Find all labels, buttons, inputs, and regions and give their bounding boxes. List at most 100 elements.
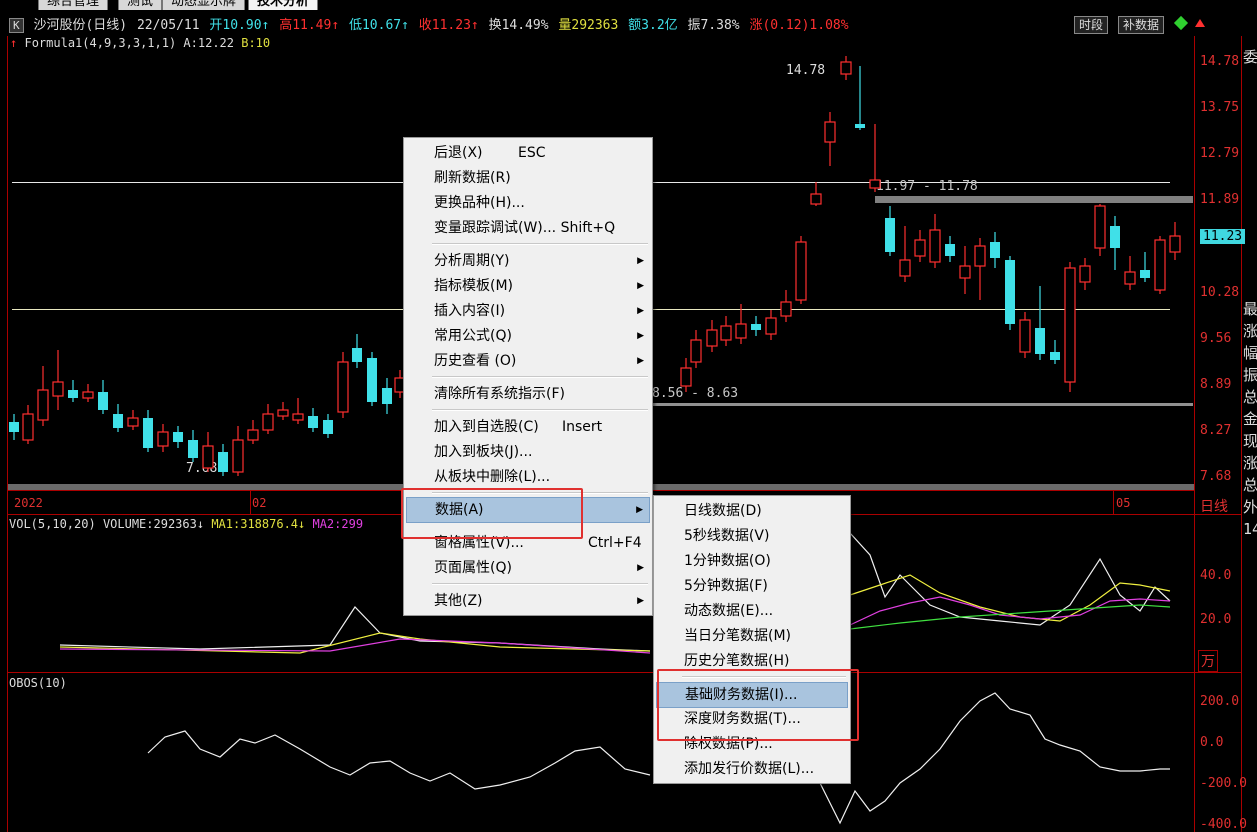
menu-item-page-props[interactable]: 页面属性(Q) ▶: [406, 556, 650, 580]
panel-divider: [1241, 36, 1242, 832]
right-info-panel: 委 最 涨 幅 振 总 金 现 涨 总 外 14: [1243, 46, 1257, 540]
candle-body: [1124, 271, 1136, 285]
price-tick: 14.78: [1200, 54, 1240, 69]
candle-body: [959, 265, 971, 279]
volume-tick: 20.0: [1200, 612, 1232, 627]
menu-item-clear-indicators[interactable]: 清除所有系统指示(F): [406, 382, 650, 406]
menu-item-add-watchlist[interactable]: 加入到自选股(C) Insert: [406, 415, 650, 439]
candle-body: [751, 324, 761, 330]
volume-tick: 40.0: [1200, 568, 1232, 583]
panel-char: 总: [1243, 476, 1257, 494]
menu-separator: [432, 409, 648, 411]
candle-body: [127, 417, 139, 427]
date-tick: 02: [252, 496, 267, 510]
candle-body: [974, 245, 986, 267]
panel-char: 振: [1243, 366, 1257, 384]
menu-item-remove-block[interactable]: 从板块中删除(L)...: [406, 465, 650, 489]
menu-item-common-formula[interactable]: 常用公式(Q) ▶: [406, 324, 650, 348]
menu-separator: [432, 243, 648, 245]
obos-line-right: [819, 692, 1170, 825]
candle-body: [885, 218, 895, 252]
menu-item-change-symbol[interactable]: 更换品种(H)...: [406, 191, 650, 215]
submenu-item-5sec[interactable]: 5秒线数据(V): [656, 524, 848, 548]
candle-body: [680, 367, 692, 387]
menu-item-insert[interactable]: 插入内容(I) ▶: [406, 299, 650, 323]
candle-body: [262, 413, 274, 431]
obos-tick: 0.0: [1200, 735, 1224, 750]
callout-data-menu: [401, 488, 583, 539]
submenu-arrow-icon: ▶: [637, 331, 644, 341]
candle-body: [247, 429, 259, 441]
panel-char: 委: [1243, 48, 1257, 66]
candle-body: [990, 242, 1000, 258]
volume-unit: 万: [1198, 650, 1218, 672]
candle-body: [98, 392, 108, 410]
panel-char: 14: [1243, 520, 1257, 538]
submenu-arrow-icon: ▶: [636, 505, 643, 515]
candle-body: [810, 193, 822, 205]
panel-char: 外: [1243, 498, 1257, 516]
candle-body: [22, 413, 34, 441]
candle-body: [157, 431, 169, 447]
submenu-item-intraday-ticks[interactable]: 当日分笔数据(M): [656, 624, 848, 648]
price-tick: 9.56: [1200, 331, 1232, 346]
candle-body: [780, 301, 792, 317]
candle-body: [855, 124, 865, 128]
obos-tick: -200.0: [1200, 776, 1247, 791]
panel-char: 涨: [1243, 454, 1257, 472]
menu-item-refresh[interactable]: 刷新数据(R): [406, 166, 650, 190]
candle-body: [1140, 270, 1150, 278]
candle-body: [218, 452, 228, 472]
submenu-item-dynamic[interactable]: 动态数据(E)...: [656, 599, 848, 623]
vol-ma-long-line: [849, 604, 1171, 630]
obos-line-left: [147, 730, 651, 790]
price-tick: 7.68: [1200, 469, 1232, 484]
menu-item-variable-debug[interactable]: 变量跟踪调试(W)... Shift+Q: [406, 216, 650, 240]
candle-body: [308, 416, 318, 428]
menu-item-period[interactable]: 分析周期(Y) ▶: [406, 249, 650, 273]
menu-item-history[interactable]: 历史查看 (O) ▶: [406, 349, 650, 373]
candle-body: [323, 420, 333, 434]
candle-body: [945, 244, 955, 256]
candle-body: [765, 317, 777, 335]
price-tick: 8.27: [1200, 423, 1232, 438]
submenu-item-add-ipo-price[interactable]: 添加发行价数据(L)...: [656, 757, 848, 781]
price-tick: 11.89: [1200, 192, 1240, 207]
candle-body: [869, 179, 881, 189]
menu-item-add-block[interactable]: 加入到板块(J)...: [406, 440, 650, 464]
candle-body: [277, 409, 289, 417]
candle-body: [929, 229, 941, 263]
submenu-item-5min[interactable]: 5分钟数据(F): [656, 574, 848, 598]
submenu-arrow-icon: ▶: [637, 563, 644, 573]
candle-body: [367, 358, 377, 402]
price-tick: 13.75: [1200, 100, 1240, 115]
candle-body: [173, 432, 183, 442]
menu-item-indicator-template[interactable]: 指标模板(M) ▶: [406, 274, 650, 298]
panel-char: 最: [1243, 300, 1257, 318]
candle-body: [824, 121, 836, 143]
price-tick: 8.89: [1200, 377, 1232, 392]
price-tick: 12.79: [1200, 146, 1240, 161]
submenu-arrow-icon: ▶: [637, 596, 644, 606]
submenu-arrow-icon: ▶: [637, 356, 644, 366]
menu-separator: [432, 583, 648, 585]
panel-char: 幅: [1243, 344, 1257, 362]
candle-body: [9, 422, 19, 432]
submenu-item-daily[interactable]: 日线数据(D): [656, 499, 848, 523]
submenu-item-1min[interactable]: 1分钟数据(O): [656, 549, 848, 573]
submenu-arrow-icon: ▶: [637, 256, 644, 266]
candle-body: [292, 413, 304, 421]
current-price-tag: 11.23: [1200, 229, 1246, 244]
menu-separator: [432, 376, 648, 378]
menu-item-back[interactable]: 后退(X) ESC: [406, 141, 650, 165]
candle-body: [337, 361, 349, 413]
candle-body: [82, 391, 94, 399]
menu-item-other[interactable]: 其他(Z) ▶: [406, 589, 650, 613]
period-label: 日线: [1200, 499, 1228, 515]
panel-char: 总: [1243, 388, 1257, 406]
candle-body: [1154, 239, 1166, 291]
candle-body: [690, 339, 702, 363]
date-tick: 05: [1116, 496, 1131, 510]
candle-body: [1094, 205, 1106, 249]
candle-body: [382, 388, 392, 404]
